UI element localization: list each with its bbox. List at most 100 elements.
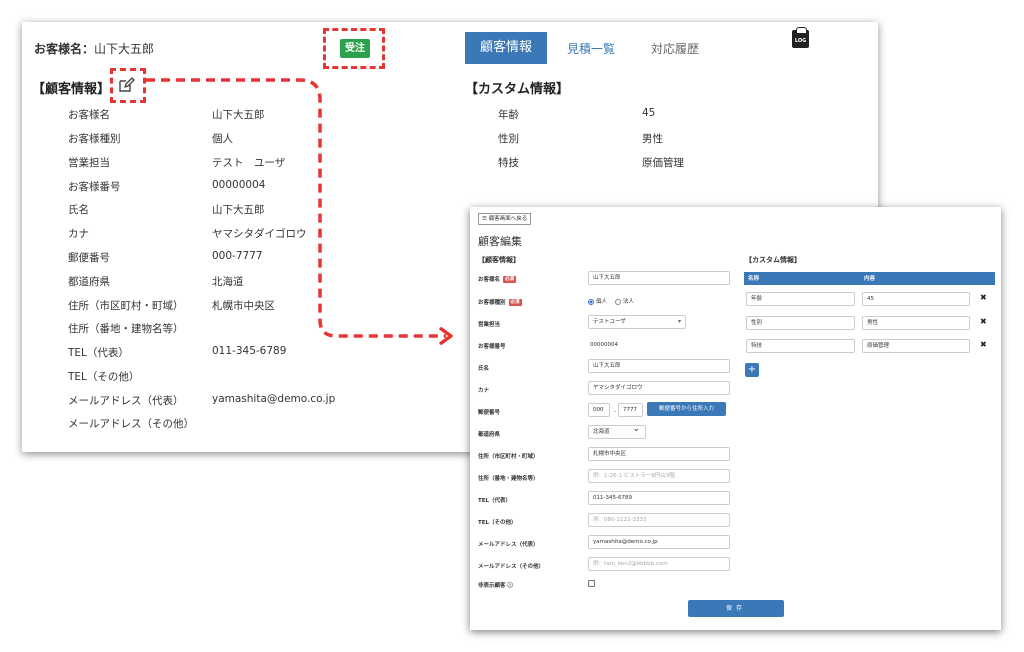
add-custom-row-button[interactable]: + <box>745 363 759 377</box>
edit-customer-section-title: 【顧客情報】 <box>478 256 520 264</box>
field-value: 山下大五郎 <box>212 204 265 216</box>
field-value: 000-7777 <box>212 250 263 262</box>
field-value: テスト ユーザ <box>212 157 286 169</box>
radio-label: 法人 <box>623 299 635 305</box>
zip-first-input[interactable]: 000 <box>588 403 610 417</box>
field-value: 札幌市中央区 <box>212 300 275 312</box>
email-other-label: メールアドレス（その他） <box>478 564 545 570</box>
full-name-input[interactable]: 山下大五郎 <box>588 359 730 373</box>
number-label: お客様番号 <box>478 344 506 350</box>
field-label: 住所（番地・建物名等） <box>68 323 184 335</box>
address2-input[interactable]: 例：1-26-1 ビストラー8円山3階 <box>588 469 730 483</box>
field-label: お客様番号 <box>68 181 121 193</box>
zip-lookup-button[interactable]: 郵便番号から住所入力 <box>647 402 726 416</box>
tab-quotes[interactable]: 見積一覧 <box>567 40 615 57</box>
custom-name-input[interactable]: 性別 <box>746 316 855 330</box>
field-label: メールアドレス（代表） <box>68 395 184 407</box>
hidden-customer-checkbox[interactable] <box>588 580 595 587</box>
log-icon[interactable]: LOG <box>792 27 809 48</box>
prefecture-label: 都道府県 <box>478 432 501 438</box>
page-title: 顧客編集 <box>478 235 522 248</box>
field-label: TEL（代表） <box>68 347 129 359</box>
field-label: TEL（その他） <box>68 371 140 383</box>
address1-label: 住所（市区町村・町域） <box>478 454 539 460</box>
edit-custom-section-title: 【カスタム情報】 <box>745 256 801 264</box>
field-value: ヤマシタダイゴロウ <box>212 228 307 240</box>
email-other-input[interactable]: 例：taro_ken2@bbbbb.com <box>588 557 730 571</box>
type-label-text: お客様種別 <box>478 300 506 306</box>
full-name-label: 氏名 <box>478 366 490 372</box>
field-label: 住所（市区町村・町域） <box>68 300 184 312</box>
required-badge: 必須 <box>503 276 517 283</box>
zip-label: 郵便番号 <box>478 410 501 416</box>
tel-main-input[interactable]: 011-345-6789 <box>588 491 730 505</box>
custom-header-name: 名称 <box>748 276 760 282</box>
delete-row-icon[interactable]: ✖ <box>980 340 987 349</box>
field-value: yamashita@demo.co.jp <box>212 393 336 405</box>
field-value: 北海道 <box>212 276 244 288</box>
field-label: 営業担当 <box>68 157 110 169</box>
zip-separator: - <box>614 408 617 415</box>
customer-edit-panel: ☰ 顧客画面へ戻る 顧客編集 【顧客情報】 【カスタム情報】 お客様名 必須 山下… <box>470 207 1001 630</box>
order-badge-highlight <box>323 28 385 69</box>
custom-section-title: 【カスタム情報】 <box>465 82 570 97</box>
customer-section-title: 【顧客情報】 <box>32 82 111 97</box>
staff-label: 営業担当 <box>478 322 501 328</box>
type-label: お客様種別 必須 <box>478 298 522 306</box>
custom-name-input[interactable]: 特技 <box>746 339 855 353</box>
field-label: 郵便番号 <box>68 252 110 264</box>
custom-value-input[interactable]: 男性 <box>862 316 970 330</box>
custom-field-label: 年齢 <box>498 109 519 121</box>
prefecture-select[interactable]: 北海道 <box>588 425 646 439</box>
type-radio-individual[interactable]: 個人 <box>588 297 607 305</box>
name-label-text: お客様名 <box>478 277 501 283</box>
customer-name-value: 山下大五郎 <box>94 42 155 56</box>
field-label: 氏名 <box>68 204 89 216</box>
custom-field-value: 45 <box>642 107 656 119</box>
tab-history[interactable]: 対応履歴 <box>651 40 699 57</box>
field-value: 00000004 <box>212 179 266 191</box>
email-main-input[interactable]: yamashita@demo.co.jp <box>588 535 730 549</box>
list-icon: ☰ <box>482 216 489 222</box>
customer-name-label: お客様名： <box>34 42 95 56</box>
edit-icon-highlight <box>110 68 146 103</box>
kana-input[interactable]: ヤマシタダイゴロウ <box>588 381 730 395</box>
custom-field-label: 性別 <box>498 133 519 145</box>
name-label: お客様名 必須 <box>478 275 517 283</box>
radio-dot <box>615 298 621 305</box>
radio-dot-selected <box>588 298 594 305</box>
field-label: お客様名 <box>68 109 110 121</box>
save-button[interactable]: 保存 <box>688 600 784 617</box>
field-label: メールアドレス（その他） <box>68 418 194 430</box>
number-value: 00000004 <box>590 342 618 348</box>
custom-field-value: 男性 <box>642 133 663 145</box>
type-radio-corporate[interactable]: 法人 <box>615 297 634 305</box>
custom-name-input[interactable]: 年齢 <box>746 292 855 306</box>
delete-row-icon[interactable]: ✖ <box>980 317 987 326</box>
customer-name-header: お客様名：山下大五郎 <box>34 40 154 57</box>
staff-select[interactable]: テストユーザ <box>588 315 686 329</box>
custom-value-input[interactable]: 45 <box>862 292 970 306</box>
field-label: お客様種別 <box>68 133 121 145</box>
field-value: 011-345-6789 <box>212 345 287 357</box>
name-input[interactable]: 山下大五郎 <box>588 271 730 285</box>
zip-second-input[interactable]: 7777 <box>618 403 643 417</box>
custom-header-value: 内容 <box>864 276 876 282</box>
radio-label: 個人 <box>596 299 608 305</box>
address1-input[interactable]: 札幌市中央区 <box>588 447 730 461</box>
delete-row-icon[interactable]: ✖ <box>980 293 987 302</box>
required-badge: 必須 <box>508 299 522 306</box>
back-button-label: 顧客画面へ戻る <box>488 216 528 222</box>
address2-label: 住所（番地・建物名等） <box>478 476 539 482</box>
field-value: 山下大五郎 <box>212 109 265 121</box>
custom-field-value: 原価管理 <box>642 157 684 169</box>
back-to-customer-button[interactable]: ☰ 顧客画面へ戻る <box>478 213 532 225</box>
tel-other-input[interactable]: 例：080-2222-3333 <box>588 513 730 527</box>
field-value: 個人 <box>212 133 233 145</box>
custom-value-input[interactable]: 原価管理 <box>862 339 970 353</box>
tel-main-label: TEL（代表） <box>478 498 512 504</box>
hidden-customer-label: 非表示顧客 ⓘ <box>478 583 513 589</box>
field-label: カナ <box>68 228 89 240</box>
custom-field-label: 特技 <box>498 157 519 169</box>
tab-customer-info[interactable]: 顧客情報 <box>465 32 547 64</box>
